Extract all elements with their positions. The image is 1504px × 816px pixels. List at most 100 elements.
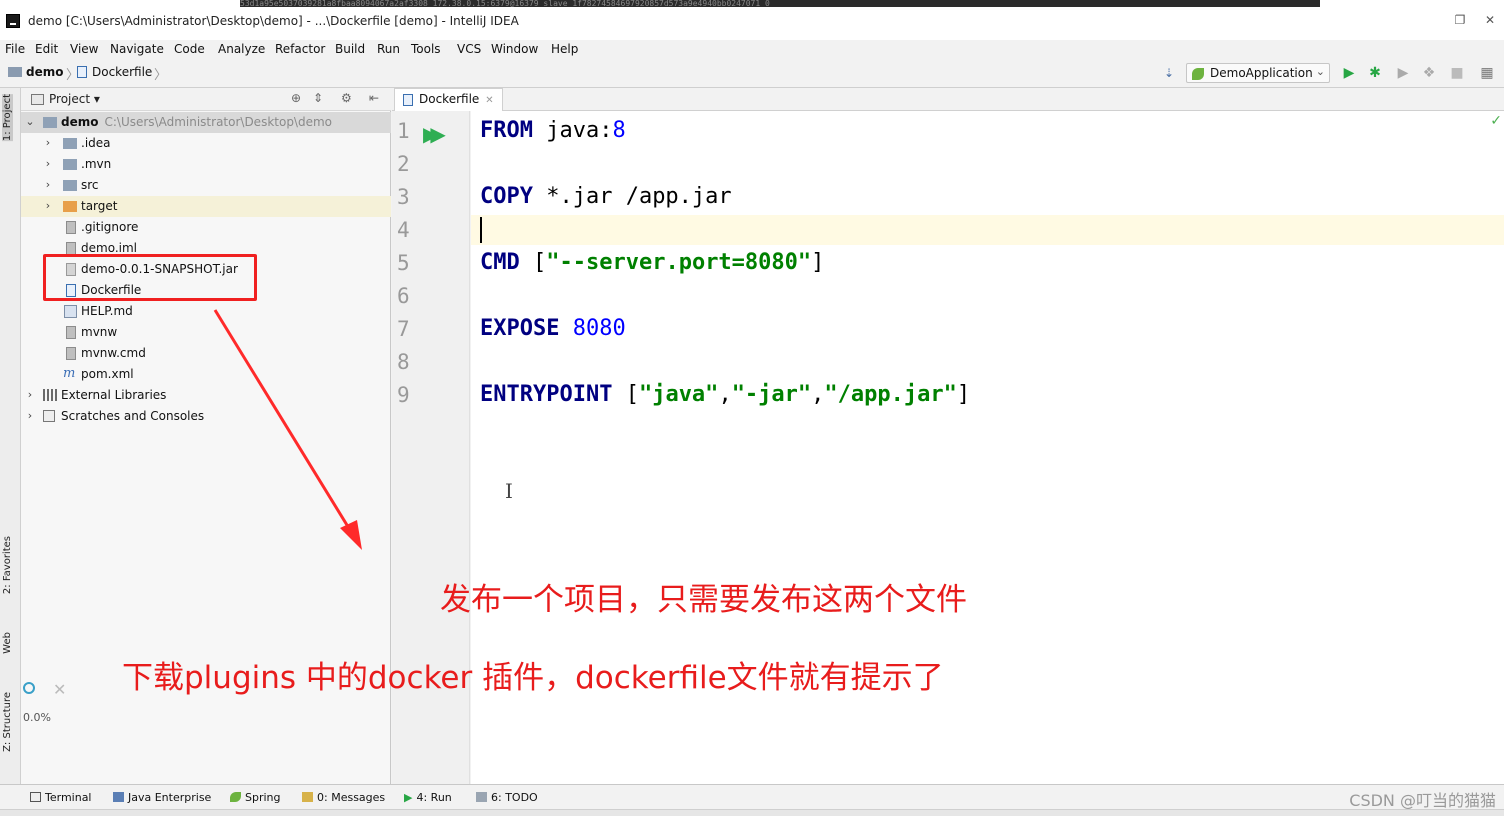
chevron-right-icon: › xyxy=(45,157,51,170)
run-configuration-select[interactable]: DemoApplication ⌄ xyxy=(1186,63,1330,83)
menu-bar: File Edit View Navigate Code Analyze Ref… xyxy=(0,40,1504,60)
line-number: 2 xyxy=(397,152,410,176)
java-enterprise-icon xyxy=(113,792,124,802)
maven-icon: m xyxy=(63,366,76,381)
tab-web[interactable]: Web xyxy=(2,632,13,654)
menu-code[interactable]: Code xyxy=(174,42,205,56)
locate-icon[interactable]: ⊕ xyxy=(291,91,301,105)
line-number: 6 xyxy=(397,284,410,308)
folder-icon xyxy=(8,67,22,77)
tool-java-enterprise[interactable]: Java Enterprise xyxy=(113,791,211,804)
menu-vcs[interactable]: VCS xyxy=(457,42,481,56)
folder-icon xyxy=(43,117,57,128)
highlight-box xyxy=(43,254,257,301)
spring-icon xyxy=(230,792,241,802)
chevron-right-icon: › xyxy=(45,199,51,212)
run-icon: ▶ xyxy=(404,791,413,804)
tree-item-mvnw-cmd[interactable]: mvnw.cmd xyxy=(21,343,391,364)
inspection-ok-icon: ✓ xyxy=(1490,113,1502,129)
menu-build[interactable]: Build xyxy=(335,42,365,56)
tree-item-scratches[interactable]: › Scratches and Consoles xyxy=(21,406,391,427)
dockerfile-icon xyxy=(77,66,87,78)
project-pane-header: Project ▾ ⊕ ⇕ ⚙ ⇤ xyxy=(21,88,391,111)
hide-pane-icon[interactable]: ⇤ xyxy=(369,91,379,105)
profile-icon[interactable]: ❖ xyxy=(1420,64,1438,82)
tab-favorites[interactable]: 2: Favorites xyxy=(2,536,13,594)
close-tab-icon[interactable]: ✕ xyxy=(485,95,493,106)
tree-item-mvnw[interactable]: mvnw xyxy=(21,322,391,343)
tree-item-mvn[interactable]: › .mvn xyxy=(21,154,391,175)
file-icon xyxy=(66,326,76,339)
folder-icon xyxy=(63,138,77,149)
tree-item-idea[interactable]: › .idea xyxy=(21,133,391,154)
close-window-icon[interactable]: ✕ xyxy=(1482,12,1498,28)
tool-messages[interactable]: 0: Messages xyxy=(302,791,385,804)
tree-root-demo[interactable]: ⌄ demo C:\Users\Administrator\Desktop\dem… xyxy=(21,112,391,133)
mouse-ibeam-cursor-icon: I xyxy=(505,479,513,503)
chevron-right-icon: › xyxy=(45,178,51,191)
menu-view[interactable]: View xyxy=(70,42,98,56)
progress-percent: 0.0% xyxy=(23,711,51,724)
tree-item-help-md[interactable]: HELP.md xyxy=(21,301,391,322)
window-title: demo [C:\Users\Administrator\Desktop\dem… xyxy=(28,14,519,28)
tree-item-src[interactable]: › src xyxy=(21,175,391,196)
refresh-icon[interactable] xyxy=(23,682,35,694)
breadcrumb-project[interactable]: demo xyxy=(8,65,63,79)
tool-todo[interactable]: 6: TODO xyxy=(476,791,538,804)
menu-help[interactable]: Help xyxy=(551,42,578,56)
tab-dockerfile[interactable]: Dockerfile ✕ xyxy=(394,88,503,111)
stop-icon[interactable]: ■ xyxy=(1448,64,1466,82)
tool-spring[interactable]: Spring xyxy=(230,791,281,804)
line-number: 5 xyxy=(397,251,410,275)
collapse-all-icon[interactable]: ⇕ xyxy=(313,91,323,105)
menu-edit[interactable]: Edit xyxy=(35,42,58,56)
restore-window-icon[interactable]: ❐ xyxy=(1452,12,1468,28)
code-line-5: CMD ["--server.port=8080"] xyxy=(480,250,825,275)
todo-icon xyxy=(476,792,487,802)
folder-icon xyxy=(63,159,77,170)
tab-project[interactable]: 1: Project xyxy=(2,94,13,142)
run-coverage-icon[interactable]: ▶ xyxy=(1394,64,1412,82)
debug-icon[interactable]: ✱ xyxy=(1366,64,1384,82)
tool-terminal[interactable]: Terminal xyxy=(30,791,92,804)
line-number: 3 xyxy=(397,185,410,209)
annotation-text-2: 下载plugins 中的docker 插件，dockerfile文件就有提示了 xyxy=(122,660,944,696)
menu-navigate[interactable]: Navigate xyxy=(110,42,164,56)
tree-item-gitignore[interactable]: .gitignore xyxy=(21,217,391,238)
tree-item-pom-xml[interactable]: m pom.xml xyxy=(21,364,391,385)
close-icon[interactable]: ✕ xyxy=(53,680,66,699)
menu-run[interactable]: Run xyxy=(377,42,400,56)
menu-window[interactable]: Window xyxy=(491,42,538,56)
line-number: 1 xyxy=(397,119,410,143)
project-structure-icon[interactable]: ▦ xyxy=(1478,64,1496,82)
line-number: 7 xyxy=(397,317,410,341)
annotation-text-1: 发布一个项目，只需要发布这两个文件 xyxy=(440,582,967,618)
line-number: 8 xyxy=(397,350,410,374)
tree-item-external-libraries[interactable]: › External Libraries xyxy=(21,385,391,406)
gear-icon[interactable]: ⚙ xyxy=(341,91,352,105)
menu-file[interactable]: File xyxy=(5,42,25,56)
libraries-icon xyxy=(43,389,57,401)
menu-analyze[interactable]: Analyze xyxy=(218,42,265,56)
breadcrumb-file[interactable]: Dockerfile xyxy=(77,65,152,79)
status-bar xyxy=(0,809,1504,816)
watermark: CSDN @叮当的猫猫 xyxy=(1349,791,1496,810)
terminal-icon xyxy=(30,792,41,802)
code-line-9: ENTRYPOINT ["java","-jar","/app.jar"] xyxy=(480,382,971,407)
tree-item-target[interactable]: › target xyxy=(21,196,391,217)
build-project-icon[interactable]: ⇣ xyxy=(1160,64,1178,82)
tool-run[interactable]: ▶ 4: Run xyxy=(404,791,452,804)
dockerfile-icon xyxy=(403,94,413,106)
overlay-terminal-text: 53d1a95e5037039281a8fbaa8094067a2af3308 … xyxy=(240,0,1320,7)
markdown-icon xyxy=(64,305,77,318)
chevron-down-icon: ⌄ xyxy=(25,115,35,128)
run-icon[interactable]: ▶ xyxy=(1340,64,1358,82)
project-view-icon xyxy=(31,94,44,105)
title-bar: 53d1a95e5037039281a8fbaa8094067a2af3308 … xyxy=(0,0,1504,40)
tab-structure[interactable]: Z: Structure xyxy=(2,692,13,752)
menu-refactor[interactable]: Refactor xyxy=(275,42,325,56)
menu-tools[interactable]: Tools xyxy=(411,42,441,56)
project-pane-title[interactable]: Project ▾ xyxy=(49,92,100,106)
code-line-4-current xyxy=(471,215,1504,245)
run-gutter-icon[interactable]: ▶▶ xyxy=(423,122,446,146)
